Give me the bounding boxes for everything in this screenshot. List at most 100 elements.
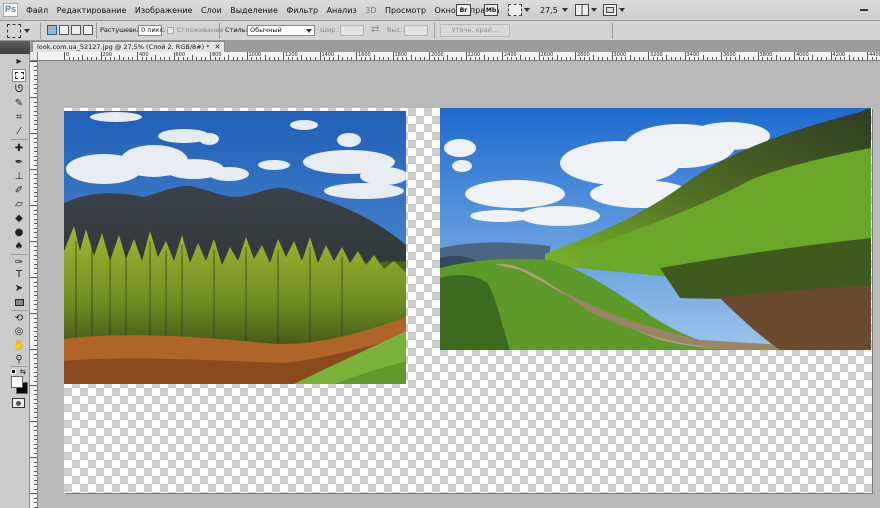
quick-mask-icon[interactable] xyxy=(12,398,25,408)
horizontal-ruler[interactable]: 0 200 400 600 800 1000 1200 1400 1600 1800 2000 220… xyxy=(38,52,880,61)
path-selection-tool-icon[interactable]: ➤ xyxy=(12,282,26,295)
spot-healing-tool-icon[interactable]: ✚ xyxy=(12,142,26,155)
paint-bucket-tool-icon[interactable]: ◆ xyxy=(12,212,26,225)
antialias-checkbox[interactable] xyxy=(167,27,174,34)
rectangle-tool-icon[interactable] xyxy=(12,296,26,309)
width-input[interactable] xyxy=(340,25,364,36)
ruler-v-tick xyxy=(34,173,37,175)
ruler-origin[interactable] xyxy=(30,52,38,61)
ruler-minor-tick xyxy=(602,57,604,60)
refine-edge-button[interactable]: Уточн. край... xyxy=(440,24,510,37)
ruler-v-tick xyxy=(34,223,37,224)
crop-tool-icon[interactable]: ⌗ xyxy=(12,111,26,124)
blur-tool-icon[interactable]: ● xyxy=(12,226,26,239)
ruler-minor-tick xyxy=(232,57,234,60)
menu-filter[interactable]: Фильтр xyxy=(286,4,318,17)
arrange-documents-icon[interactable] xyxy=(575,3,597,17)
vertical-ruler[interactable] xyxy=(30,61,38,508)
swap-dimensions-icon[interactable]: ⇄ xyxy=(371,22,379,37)
menu-image[interactable]: Изображение xyxy=(135,4,193,17)
close-document-icon[interactable]: ✕ xyxy=(214,42,220,52)
ruler-minor-tick xyxy=(196,57,198,60)
ruler-v-tick xyxy=(30,493,37,494)
ruler-minor-tick xyxy=(438,57,440,60)
ruler-v-tick xyxy=(34,407,37,409)
ruler-minor-tick xyxy=(670,57,672,60)
menu-edit[interactable]: Редактирование xyxy=(57,4,127,17)
tools-panel-grip[interactable] xyxy=(0,41,30,54)
3d-orbit-tool-icon[interactable]: ◎ xyxy=(12,325,26,338)
clone-stamp-tool-icon[interactable]: ⊥ xyxy=(12,170,26,183)
new-selection-icon[interactable] xyxy=(47,25,57,35)
lasso-tool-icon[interactable]: ᘎ xyxy=(12,83,26,96)
ruler-minor-tick xyxy=(223,57,225,60)
ruler-v-tick xyxy=(34,475,37,476)
photoshop-logo: Ps xyxy=(3,3,18,17)
mini-bridge-icon[interactable]: Br xyxy=(456,3,471,17)
ruler-minor-tick xyxy=(214,57,216,60)
height-input[interactable] xyxy=(404,25,428,36)
zoom-tool-icon[interactable]: ⚲ xyxy=(12,353,26,366)
rectangular-marquee-tool-icon[interactable] xyxy=(12,69,26,82)
intersect-selection-icon[interactable] xyxy=(83,25,93,35)
menu-bar: Ps Файл Редактирование Изображение Слои … xyxy=(0,0,880,21)
forest-mountain-photo[interactable] xyxy=(64,111,406,384)
foreground-color-swatch[interactable] xyxy=(11,376,23,388)
ruler-minor-tick xyxy=(105,57,107,60)
ruler-v-tick xyxy=(34,412,37,413)
menu-analysis[interactable]: Анализ xyxy=(327,4,357,17)
menu-file[interactable]: Файл xyxy=(26,4,48,17)
zoom-dropdown-icon[interactable] xyxy=(560,3,568,17)
menu-window[interactable]: Окно xyxy=(435,4,456,17)
history-brush-tool-icon[interactable]: ✐ xyxy=(12,184,26,197)
ruler-v-tick xyxy=(34,65,37,67)
style-select[interactable]: Обычный xyxy=(247,25,315,36)
brush-tool-icon[interactable]: ✒ xyxy=(12,156,26,169)
screen-mode-icon[interactable] xyxy=(603,3,625,17)
ruler-minor-tick xyxy=(127,57,129,60)
hand-tool-icon[interactable]: ✋ xyxy=(12,339,26,352)
ruler-v-tick xyxy=(34,286,37,287)
marquee-preset-icon[interactable] xyxy=(7,24,21,38)
ruler-major-tick xyxy=(538,52,540,60)
feather-label: Растушевка: xyxy=(100,26,143,34)
ruler-major-tick xyxy=(684,52,686,60)
ruler-minor-tick xyxy=(337,55,339,60)
minimize-button[interactable] xyxy=(860,9,868,11)
eyedropper-tool-icon[interactable]: ⁄ xyxy=(12,125,26,138)
ruler-minor-tick xyxy=(511,57,513,60)
ruler-v-tick xyxy=(34,362,37,364)
menu-select[interactable]: Выделение xyxy=(230,4,278,17)
extras-icon[interactable] xyxy=(508,3,530,17)
ruler-major-tick xyxy=(502,52,503,60)
menu-view[interactable]: Просмотр xyxy=(385,4,426,17)
ruler-minor-tick xyxy=(260,57,262,60)
zoom-level-value[interactable]: 27,5 xyxy=(540,4,558,17)
type-tool-icon[interactable]: T xyxy=(12,268,26,281)
ruler-v-tick xyxy=(30,133,37,134)
quick-selection-tool-icon[interactable]: ✎ xyxy=(12,97,26,110)
menu-layers[interactable]: Слои xyxy=(201,4,222,17)
add-to-selection-icon[interactable] xyxy=(59,25,69,35)
ruler-minor-tick xyxy=(324,57,326,60)
ruler-v-tick xyxy=(34,218,37,220)
mb-icon[interactable]: Mb xyxy=(484,3,498,17)
menu-3d[interactable]: 3D xyxy=(365,4,376,17)
swap-colors-icon[interactable]: ⇆ xyxy=(20,368,26,376)
ruler-v-tick xyxy=(34,110,37,112)
ruler-minor-tick xyxy=(164,57,166,60)
ruler-minor-tick xyxy=(141,57,143,60)
document-tab[interactable]: look.com.ua_52127.jpg @ 27,5% (Слой 2, R… xyxy=(32,41,226,52)
ruler-minor-tick xyxy=(292,57,294,60)
default-colors-icon[interactable] xyxy=(11,369,16,374)
eraser-tool-icon[interactable]: ▱ xyxy=(12,198,26,211)
3d-rotate-tool-icon[interactable]: ⟲ xyxy=(12,312,26,325)
mountain-road-photo[interactable] xyxy=(440,108,871,350)
feather-input[interactable]: 0 пикс. xyxy=(138,25,165,36)
dodge-tool-icon[interactable]: ♠ xyxy=(12,240,26,253)
ruler-v-tick xyxy=(34,367,37,368)
move-tool-icon[interactable]: ▸ xyxy=(12,55,26,68)
ruler-minor-tick xyxy=(433,57,435,60)
ruler-minor-tick xyxy=(657,57,659,60)
subtract-selection-icon[interactable] xyxy=(71,25,81,35)
